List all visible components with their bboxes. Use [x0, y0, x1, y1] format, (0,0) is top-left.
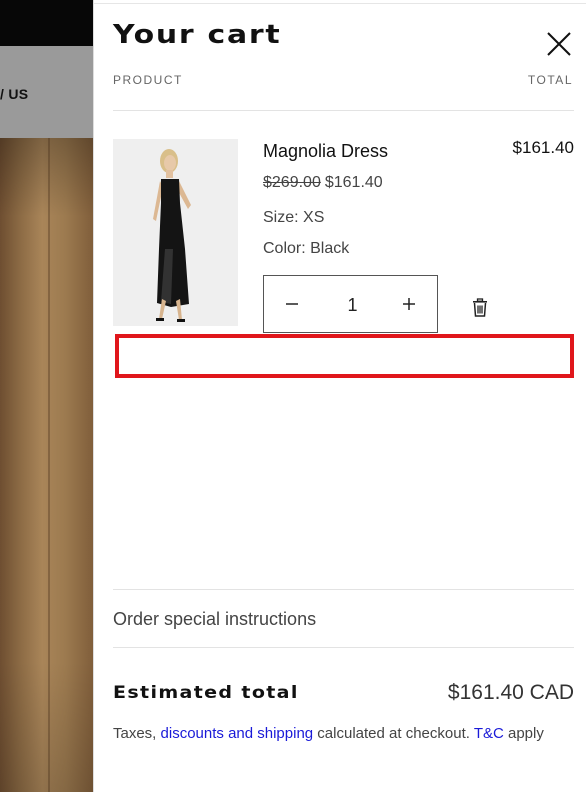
column-header-total: TOTAL	[527, 73, 573, 87]
price-row: $269.00 $161.40	[263, 174, 383, 192]
drawer-top-border	[94, 3, 586, 4]
estimated-total-value: $161.40 CAD	[447, 681, 574, 704]
product-name[interactable]: Magnolia Dress	[263, 141, 388, 162]
quantity-stepper	[263, 275, 438, 333]
quantity-input[interactable]	[320, 284, 385, 326]
line-item-total: $161.40	[512, 138, 574, 157]
tax-note-text: Taxes,	[113, 725, 161, 742]
background-nav-link[interactable]: / US	[0, 86, 28, 102]
tax-note-text-end: apply	[503, 725, 544, 742]
background-header	[0, 0, 94, 46]
size-option: Size: XS	[263, 209, 325, 226]
tax-note: Taxes, discounts and shipping calculated…	[113, 722, 575, 746]
tax-note-text-middle: calculated at checkout.	[313, 725, 474, 742]
header-divider	[113, 110, 574, 111]
highlight-annotation-box	[115, 334, 574, 378]
discounts-shipping-link[interactable]: discounts and shipping	[161, 725, 314, 742]
footer-divider-bottom	[113, 647, 574, 648]
plus-icon	[403, 298, 415, 310]
cart-title: Your cart	[113, 20, 282, 50]
increase-quantity-button[interactable]	[381, 276, 437, 332]
trash-icon	[473, 298, 487, 317]
column-header-product: PRODUCT	[113, 73, 183, 87]
color-option: Color: Black	[263, 240, 350, 257]
remove-item-button[interactable]	[471, 298, 489, 318]
original-price: $269.00	[263, 174, 321, 191]
minus-icon	[286, 303, 298, 305]
footer-divider-top	[113, 589, 574, 590]
product-image[interactable]	[113, 139, 238, 326]
close-icon	[547, 32, 571, 56]
cart-drawer: Your cart PRODUCT TOTAL Magnolia Dress $…	[93, 0, 586, 792]
terms-link[interactable]: T&C	[474, 725, 504, 742]
estimated-total-label: Estimated total	[113, 683, 299, 703]
decrease-quantity-button[interactable]	[264, 276, 320, 332]
special-instructions-toggle[interactable]: Order special instructions	[113, 609, 316, 630]
close-button[interactable]	[545, 30, 573, 58]
sale-price: $161.40	[324, 174, 383, 191]
dress-image	[113, 139, 238, 326]
background-hero-image	[0, 138, 94, 792]
